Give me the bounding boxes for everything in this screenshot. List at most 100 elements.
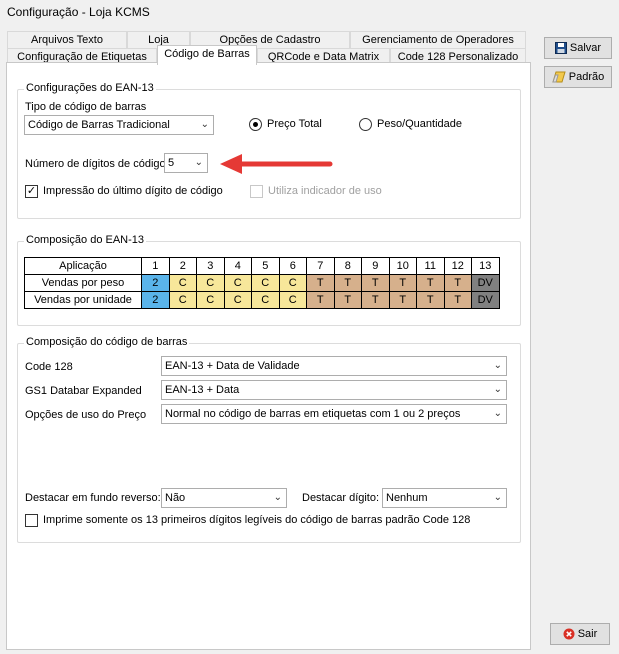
table-header-cell: 9 — [361, 257, 390, 275]
table-header-cell: 5 — [251, 257, 280, 275]
table-header-cell: 8 — [333, 257, 362, 275]
table-cell: T — [333, 274, 362, 292]
reverse-background-value: Não — [165, 492, 186, 504]
gs1-select[interactable]: EAN-13 + Data ⌄ — [161, 380, 507, 400]
table-cell: C — [278, 291, 307, 309]
radio-preco-total[interactable] — [249, 118, 262, 131]
print-first13-label: Imprime somente os 13 primeiros dígitos … — [43, 514, 471, 526]
barcode-type-select[interactable]: Código de Barras Tradicional ⌄ — [24, 115, 214, 135]
table-cell: C — [168, 291, 197, 309]
group-title: Composição do EAN-13 — [24, 234, 147, 246]
digits-select[interactable]: 5 ⌄ — [164, 153, 208, 173]
gs1-label: GS1 Databar Expanded — [25, 385, 142, 397]
table-cell: T — [333, 291, 362, 309]
checkbox-use-indicator[interactable] — [250, 185, 263, 198]
table-cell: C — [196, 274, 225, 292]
table-cell: T — [306, 274, 335, 292]
table-header-cell: 4 — [223, 257, 252, 275]
barcode-type-value: Código de Barras Tradicional — [28, 119, 170, 131]
gs1-value: EAN-13 + Data — [165, 384, 240, 396]
chevron-down-icon: ⌄ — [493, 492, 502, 503]
group-title: Configurações do EAN-13 — [24, 82, 156, 94]
group-barcode-composition: Composição do código de barras Code 128 … — [17, 336, 521, 543]
checkbox-print-first13[interactable] — [25, 514, 38, 527]
table-header-row: Aplicação 1 2 3 4 5 6 7 8 9 10 11 12 13 — [24, 257, 500, 275]
default-label: Padrão — [568, 71, 605, 83]
digits-value: 5 — [168, 157, 175, 169]
chevron-down-icon: ⌄ — [200, 119, 209, 130]
group-ean13-config: Configurações do EAN-13 Tipo de código d… — [17, 82, 521, 219]
table-cell: T — [416, 274, 445, 292]
price-options-value: Normal no código de barras em etiquetas … — [165, 408, 461, 420]
radio-peso-quantidade[interactable] — [359, 118, 372, 131]
code128-value: EAN-13 + Data de Validade — [165, 360, 300, 372]
table-header-cell: 3 — [196, 257, 225, 275]
table-row: Vendas por unidade 2 C C C C C T T T T T… — [24, 291, 500, 309]
chevron-down-icon: ⌄ — [273, 492, 282, 503]
table-header-cell: 2 — [168, 257, 197, 275]
exit-button[interactable]: Sair — [550, 623, 610, 645]
table-cell: C — [223, 274, 252, 292]
default-button[interactable]: Padrão — [544, 66, 612, 88]
group-ean13-composition: Composição do EAN-13 Aplicação 1 2 3 4 5… — [17, 234, 521, 326]
table-cell: DV — [471, 274, 500, 292]
radio-preco-total-label: Preço Total — [267, 118, 322, 130]
eraser-icon — [552, 71, 566, 83]
table-header-cell: 10 — [388, 257, 417, 275]
table-row: Vendas por peso 2 C C C C C T T T T T T … — [24, 274, 500, 292]
table-cell: DV — [471, 291, 500, 309]
code128-label: Code 128 — [25, 361, 73, 373]
highlight-digit-select[interactable]: Nenhum ⌄ — [382, 488, 507, 508]
table-cell: Vendas por peso — [24, 274, 142, 292]
floppy-disk-icon — [554, 42, 567, 55]
table-cell: C — [251, 291, 280, 309]
code128-select[interactable]: EAN-13 + Data de Validade ⌄ — [161, 356, 507, 376]
print-last-digit-label: Impressão do último dígito de código — [43, 185, 223, 197]
tab-panel-codigo-barras: Configurações do EAN-13 Tipo de código d… — [6, 62, 531, 650]
save-button[interactable]: Salvar — [544, 37, 612, 59]
tab-gerenciamento-operadores[interactable]: Gerenciamento de Operadores — [350, 31, 526, 48]
use-indicator-label: Utiliza indicador de uso — [268, 185, 382, 197]
highlight-digit-label: Destacar dígito: — [302, 492, 380, 504]
table-header-cell: 13 — [471, 257, 500, 275]
table-cell: T — [361, 291, 390, 309]
table-header-cell: Aplicação — [24, 257, 142, 275]
barcode-type-label: Tipo de código de barras — [25, 101, 147, 113]
table-header-cell: 11 — [416, 257, 445, 275]
table-cell: T — [388, 274, 417, 292]
table-cell: T — [306, 291, 335, 309]
table-cell: T — [361, 274, 390, 292]
save-label: Salvar — [569, 42, 602, 54]
reverse-background-select[interactable]: Não ⌄ — [161, 488, 287, 508]
price-options-label: Opções de uso do Preço — [25, 409, 147, 421]
close-circle-icon — [563, 628, 575, 640]
reverse-background-label: Destacar em fundo reverso: — [25, 492, 161, 504]
group-title: Composição do código de barras — [24, 336, 190, 348]
price-options-select[interactable]: Normal no código de barras em etiquetas … — [161, 404, 507, 424]
red-arrow-icon — [220, 154, 333, 174]
chevron-down-icon: ⌄ — [493, 360, 502, 371]
chevron-down-icon: ⌄ — [493, 408, 502, 419]
table-cell: T — [443, 274, 472, 292]
tab-arquivos-texto[interactable]: Arquivos Texto — [7, 31, 127, 48]
ean13-composition-table: Aplicação 1 2 3 4 5 6 7 8 9 10 11 12 13 … — [24, 257, 500, 309]
chevron-down-icon: ⌄ — [194, 157, 203, 168]
chevron-down-icon: ⌄ — [493, 384, 502, 395]
checkbox-print-last-digit[interactable]: ✓ — [25, 185, 38, 198]
table-header-cell: 12 — [443, 257, 472, 275]
window-title: Configuração - Loja KCMS — [7, 5, 150, 19]
table-cell: C — [168, 274, 197, 292]
table-cell: T — [388, 291, 417, 309]
table-cell: C — [251, 274, 280, 292]
table-cell: T — [443, 291, 472, 309]
table-cell: T — [416, 291, 445, 309]
table-cell: C — [278, 274, 307, 292]
digits-label: Número de dígitos de código — [25, 158, 166, 170]
table-header-cell: 7 — [306, 257, 335, 275]
table-cell: 2 — [141, 291, 170, 309]
radio-peso-quantidade-label: Peso/Quantidade — [377, 118, 463, 130]
table-cell: 2 — [141, 274, 170, 292]
exit-label: Sair — [577, 628, 598, 640]
table-cell: Vendas por unidade — [24, 291, 142, 309]
tab-codigo-barras[interactable]: Código de Barras — [157, 45, 257, 65]
